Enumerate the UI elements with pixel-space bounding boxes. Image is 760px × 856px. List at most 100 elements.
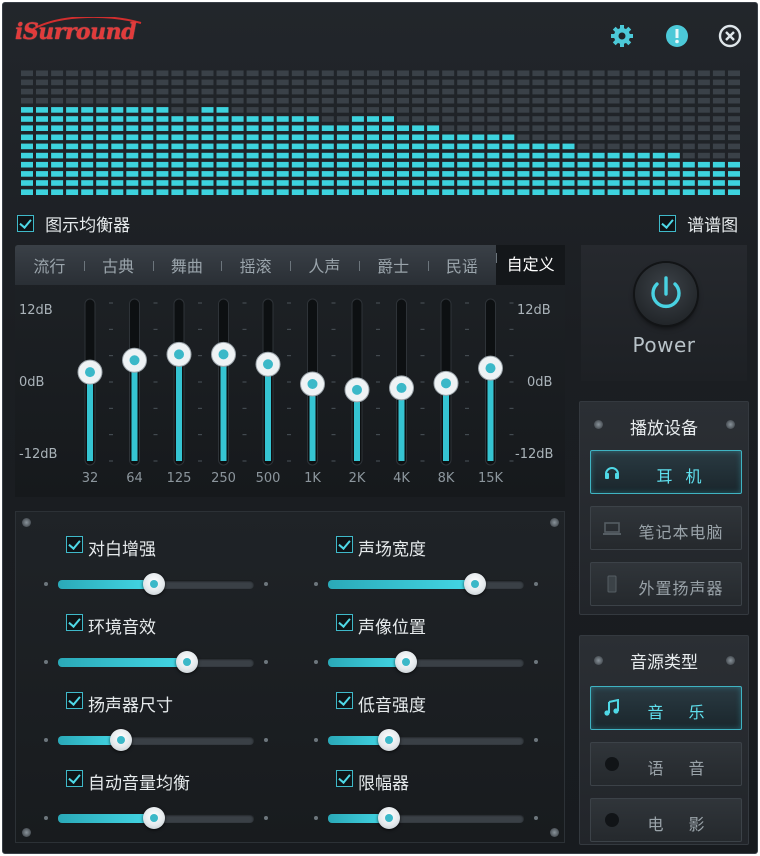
effect-slider[interactable] — [328, 729, 524, 751]
spectrum-segment — [111, 152, 124, 159]
effect-slider[interactable] — [328, 573, 524, 595]
spectrum-segment — [351, 97, 364, 104]
source-movie-button[interactable]: 电 影 — [590, 798, 742, 842]
effect-slider-knob[interactable] — [464, 573, 486, 595]
effect-slider-knob[interactable] — [377, 807, 400, 829]
spectrum-segment — [427, 134, 440, 141]
eq-slider-knob-center — [85, 367, 95, 378]
audio-source-group: 音源类型 音 乐 语 音 电 影 — [579, 635, 749, 845]
spectrum-segment — [336, 88, 349, 95]
spectrum-segment — [201, 88, 214, 95]
spectrum-segment — [397, 125, 409, 131]
effect-slider-knob[interactable] — [143, 573, 166, 595]
spectrum-segment — [66, 116, 79, 122]
effect-slider-knob[interactable] — [109, 729, 132, 751]
effect-slider-knob[interactable] — [143, 807, 166, 829]
effect-slider-knob[interactable] — [377, 729, 400, 751]
slider-max-dot — [534, 738, 538, 742]
settings-button[interactable] — [609, 23, 635, 49]
spectrum-segment — [276, 171, 289, 177]
spectrum-segment — [622, 134, 635, 141]
effect-slider[interactable] — [58, 729, 254, 751]
spectrum-segment — [306, 189, 319, 195]
spectrum-segment — [728, 116, 740, 122]
device-headphones-button[interactable]: 耳 机 — [590, 450, 742, 494]
spectrum-segment — [51, 116, 64, 122]
effect-checkbox[interactable] — [66, 770, 83, 787]
effect-slider[interactable] — [58, 651, 254, 673]
spectrum-segment — [231, 152, 244, 159]
graphic-eq-checkbox[interactable] — [17, 215, 34, 232]
source-voice-button[interactable]: 语 音 — [590, 742, 742, 786]
spectrum-segment — [36, 97, 48, 104]
spectrum-segment — [427, 161, 440, 168]
device-laptop-button[interactable]: 笔记本电脑 — [590, 506, 742, 550]
effect-slider-knob[interactable] — [176, 651, 199, 673]
spectrum-segment — [276, 125, 289, 131]
effect-checkbox[interactable] — [336, 614, 353, 631]
spectrum-segment — [397, 88, 409, 95]
spectrum-segment — [141, 143, 154, 150]
spectrum-segment — [66, 88, 79, 95]
spectrum-segment — [412, 88, 425, 95]
close-button[interactable] — [717, 23, 743, 49]
spectrum-segment — [291, 125, 304, 131]
spectrum-segment — [697, 161, 710, 168]
spectrum-segment — [682, 152, 695, 159]
effect-checkbox[interactable] — [66, 536, 83, 553]
spectrum-segment — [141, 79, 154, 86]
power-button[interactable] — [635, 263, 697, 325]
spectrum-segment — [336, 79, 349, 86]
effect-slider[interactable] — [328, 651, 524, 673]
effect-checkbox[interactable] — [66, 614, 83, 631]
spectrum-segment — [36, 134, 48, 141]
spectrum-segment — [66, 189, 79, 195]
spectrum-segment — [246, 70, 259, 77]
spectrum-segment — [728, 70, 740, 77]
spectrum-segment — [532, 70, 545, 77]
spectrum-segment — [186, 152, 199, 159]
spectrum-checkbox[interactable] — [659, 215, 676, 232]
spectrum-segment — [186, 88, 199, 95]
equalizer-panel: 流行 古典 舞曲 摇滚 人声 爵士 民谣 自定义 12dB 0dB -12dB 12dB 0d… — [15, 245, 565, 497]
spectrum-segment — [111, 125, 124, 131]
spectrum-segment — [21, 189, 33, 195]
spectrum-segment — [216, 79, 229, 86]
spectrum-label: 谱谱图 — [687, 216, 739, 236]
spectrum-segment — [351, 70, 364, 77]
spectrum-segment — [682, 143, 695, 150]
effect-checkbox[interactable] — [336, 770, 353, 787]
info-button[interactable] — [664, 23, 690, 49]
spectrum-segment — [186, 171, 199, 177]
spectrum-segment — [276, 107, 289, 113]
spectrum-segment — [261, 88, 274, 95]
effect-slider[interactable] — [58, 573, 254, 595]
spectrum-segment — [261, 97, 274, 104]
spectrum-segment — [156, 171, 169, 177]
effect-slider[interactable] — [328, 807, 524, 829]
effect-checkbox[interactable] — [66, 692, 83, 709]
eq-band-label: 32 — [81, 471, 99, 486]
spectrum-segment — [321, 79, 334, 86]
spectrum-toggle[interactable]: 谱谱图 — [659, 211, 738, 236]
spectrum-segment — [382, 134, 394, 141]
spectrum-segment — [216, 97, 229, 104]
device-speaker-button[interactable]: 外置扬声器 — [590, 562, 742, 606]
spectrum-segment — [321, 116, 334, 122]
spectrum-segment — [487, 97, 500, 104]
screw-icon — [22, 518, 31, 527]
spectrum-segment — [96, 143, 109, 150]
effect-slider-knob[interactable] — [395, 651, 418, 673]
spectrum-segment — [562, 97, 575, 104]
spectrum-segment — [607, 97, 620, 104]
effect-checkbox[interactable] — [336, 536, 353, 553]
graphic-eq-toggle[interactable]: 图示均衡器 — [17, 211, 130, 236]
effect-checkbox[interactable] — [336, 692, 353, 709]
spectrum-segment — [126, 143, 139, 150]
effect-slider[interactable] — [58, 807, 254, 829]
eq-slider-fill — [220, 354, 227, 461]
spectrum-segment — [231, 125, 244, 131]
source-music-button[interactable]: 音 乐 — [590, 686, 742, 730]
spectrum-segment — [728, 79, 740, 86]
spectrum-segment — [111, 88, 124, 95]
